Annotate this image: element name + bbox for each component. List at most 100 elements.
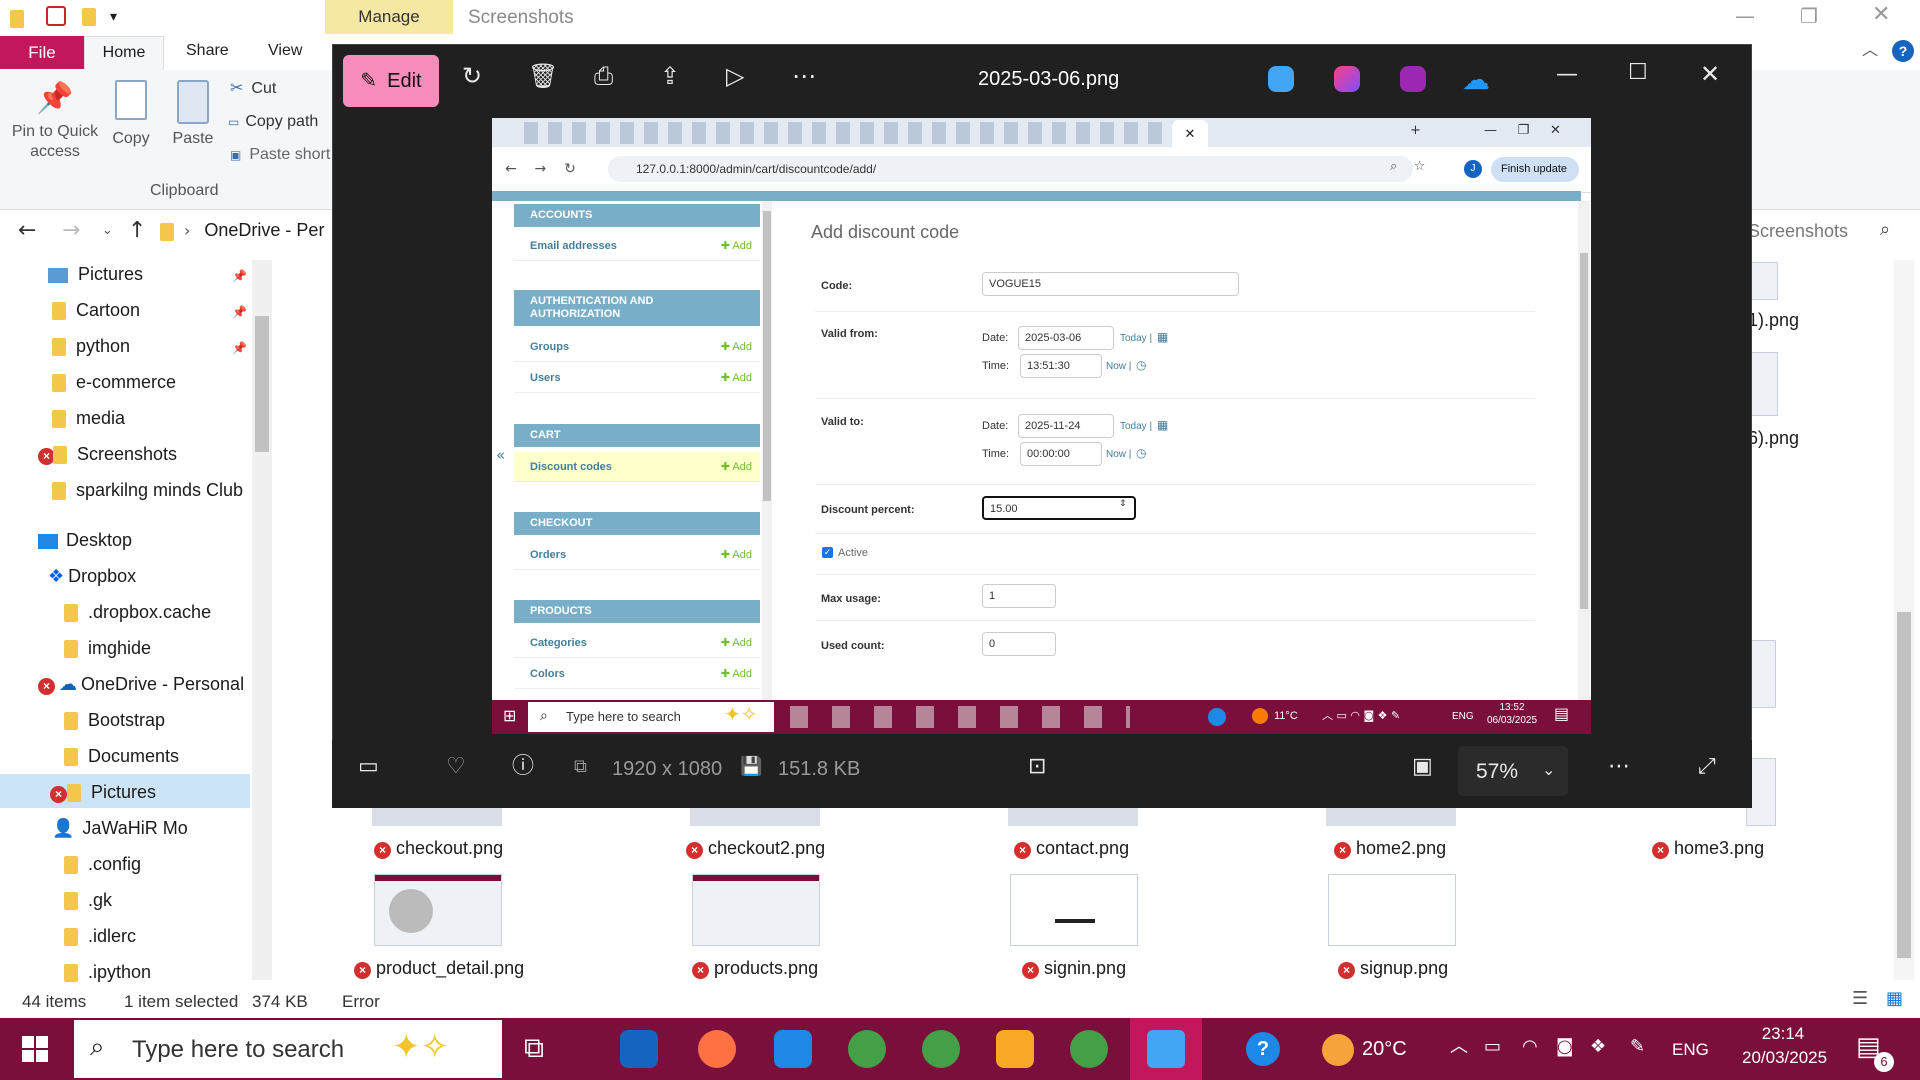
file-item-products[interactable]: × products.png [692,958,818,979]
photos-active-slot[interactable] [1130,1018,1202,1080]
viewer-minimize-icon[interactable]: — [1556,64,1578,86]
tray-overflow-icon[interactable]: ︿ [1450,1038,1468,1056]
wifi-icon[interactable]: ◠ [1522,1038,1538,1056]
nav-scrollbar[interactable] [252,260,272,980]
tab-home[interactable]: Home [84,36,164,70]
file-thumbnail[interactable] [1010,874,1138,946]
battery-icon[interactable]: ▭ [1484,1038,1501,1056]
file-name[interactable]: 1).png [1748,310,1799,331]
file-item-signup[interactable]: × signup.png [1338,958,1448,979]
clock[interactable]: 23:14 20/03/2025 [1742,1024,1827,1068]
up-icon[interactable]: ↑ [128,220,146,242]
content-scrollbar[interactable] [1894,260,1914,980]
more-options-icon[interactable]: ⋯ [792,64,816,88]
scroll-thumb[interactable] [255,316,269,452]
nav-item-documents[interactable]: Documents [64,746,179,767]
paste-button[interactable]: Paste [168,80,218,148]
nav-item-idlerc[interactable]: .idlerc [64,926,136,947]
nav-item-cartoon[interactable]: Cartoon [52,300,140,321]
manage-tab[interactable]: Manage [325,0,453,34]
help-icon[interactable]: ? [1892,40,1914,62]
weather-temp[interactable]: 20°C [1362,1038,1407,1061]
nav-item-pictures-selected[interactable]: × Pictures [50,782,156,803]
rotate-icon[interactable]: ↻ [462,64,482,88]
chrome-profile-j-icon[interactable] [1070,1030,1108,1068]
file-thumbnail[interactable] [1326,806,1456,826]
slideshow-icon[interactable]: ▷ [726,64,744,88]
restore-icon[interactable]: ❐ [1800,6,1818,26]
new-folder-icon[interactable] [82,8,106,26]
nav-item-ipython[interactable]: .ipython [64,962,151,983]
filmstrip-icon[interactable]: ▭ [358,756,379,778]
video-editor-icon[interactable] [1400,66,1426,92]
properties-icon[interactable] [46,6,66,26]
forward-icon[interactable]: → [62,220,80,242]
more-icon[interactable]: ⋯ [1608,756,1630,778]
close-icon[interactable]: ✕ [1872,4,1890,26]
file-thumbnail[interactable] [692,874,820,946]
favorite-icon[interactable]: ♡ [446,756,466,778]
fullscreen-icon[interactable]: ⤢ [1698,756,1716,778]
copy-path-button[interactable]: ▭ Copy path [228,113,318,131]
nav-item-imghide[interactable]: imghide [64,638,151,659]
nav-item-e-commerce[interactable]: e-commerce [52,372,176,393]
nav-item-media[interactable]: media [52,408,125,429]
visual-search-icon[interactable]: ⊡ [1028,756,1046,778]
clipchamp-icon[interactable] [1334,66,1360,92]
viewer-close-icon[interactable]: ✕ [1700,62,1720,86]
dropbox-tray-icon[interactable]: ❖ [1590,1038,1606,1056]
help-icon[interactable]: ? [1246,1032,1280,1066]
pen-icon[interactable]: ✎ [1630,1038,1645,1056]
nav-item-dropbox-cache[interactable]: .dropbox.cache [64,602,211,623]
file-item-checkout[interactable]: × checkout.png [374,838,503,859]
file-item-home3[interactable]: × home3.png [1652,838,1764,859]
back-icon[interactable]: ← [18,220,36,242]
start-button[interactable] [22,1036,48,1062]
delete-icon[interactable]: 🗑 [528,64,558,88]
file-thumbnail[interactable] [374,874,502,946]
file-thumbnail[interactable] [372,806,502,826]
file-explorer-icon[interactable] [996,1030,1034,1068]
nav-item-config[interactable]: .config [64,854,141,875]
details-view-icon[interactable]: ☰ [1852,990,1868,1008]
tab-file[interactable]: File [0,36,84,69]
recent-locations-icon[interactable]: ⌄ [102,224,113,237]
large-icons-view-icon[interactable]: ▦ [1886,990,1903,1008]
nav-item-onedrive[interactable]: × ☁ OneDrive - Personal [38,674,244,695]
chrome-profile-icon[interactable] [922,1030,960,1068]
camera-icon[interactable]: ◙ [1556,1038,1573,1056]
nav-item-user[interactable]: 👤 JaWaHiR Mo [52,818,188,839]
onedrive-icon[interactable]: ☁ [1462,66,1490,94]
language-indicator[interactable]: ENG [1672,1040,1709,1060]
file-item-checkout2[interactable]: × checkout2.png [686,838,825,859]
file-name[interactable]: 6).png [1748,428,1799,449]
info-icon[interactable]: ⓘ [512,756,534,778]
cut-button[interactable]: ✂ Cut [230,80,276,98]
file-item-product-detail[interactable]: × product_detail.png [354,958,524,979]
edit-button[interactable]: ✎ Edit [343,55,439,107]
scroll-thumb[interactable] [1897,612,1911,958]
file-item-home2[interactable]: × home2.png [1334,838,1446,859]
tab-view[interactable]: View [268,42,302,60]
outlook-icon[interactable] [620,1030,658,1068]
nav-item-dropbox[interactable]: ❖ Dropbox [48,566,136,587]
collapse-ribbon-icon[interactable]: ︿ [1862,42,1878,58]
file-item-signin[interactable]: × signin.png [1022,958,1126,979]
nav-item-python[interactable]: python [52,336,130,357]
file-thumbnail[interactable] [690,806,820,826]
nav-item-bootstrap[interactable]: Bootstrap [64,710,165,731]
task-view-icon[interactable]: ⧉ [524,1034,544,1062]
copy-button[interactable]: Copy [106,80,156,148]
nav-item-sparkling-minds[interactable]: sparkilng minds Club [52,480,243,501]
viewer-maximize-icon[interactable]: ☐ [1628,62,1648,84]
nav-item-gk[interactable]: .gk [64,890,112,911]
tab-share[interactable]: Share [186,42,229,60]
print-icon[interactable]: ⎙ [594,64,613,88]
nav-item-desktop[interactable]: Desktop [38,530,132,551]
nav-item-pictures[interactable]: Pictures [48,264,143,285]
nav-item-screenshots[interactable]: × Screenshots [38,444,177,465]
firefox-icon[interactable] [698,1030,736,1068]
search-icon[interactable]: ⌕ [1880,221,1890,239]
pin-quick-access-button[interactable]: 📌 Pin to Quick access [8,84,102,162]
file-thumbnail[interactable] [1008,806,1138,826]
